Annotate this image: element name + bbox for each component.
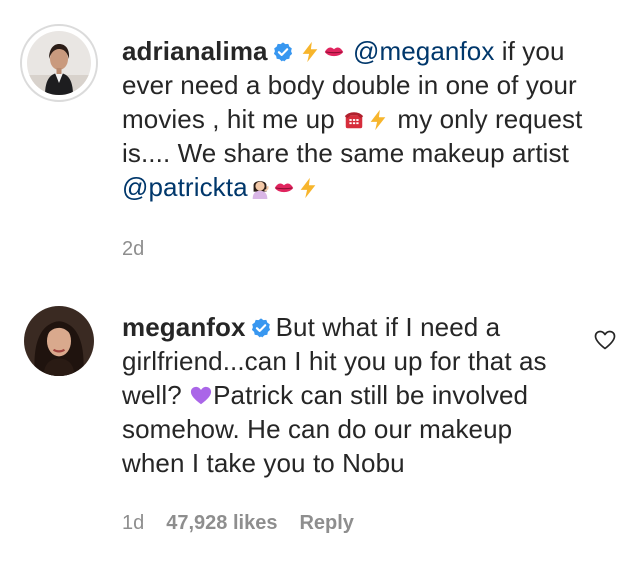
avatar[interactable] bbox=[24, 306, 94, 376]
reply-button[interactable]: Reply bbox=[299, 512, 353, 534]
comment-username[interactable]: adrianalima bbox=[122, 36, 268, 66]
comment-time: 2d bbox=[122, 238, 145, 260]
verified-badge-icon bbox=[273, 42, 292, 62]
verified-badge-icon bbox=[251, 318, 270, 338]
likes-count[interactable]: 47,928 likes bbox=[166, 512, 277, 534]
like-heart-icon[interactable] bbox=[593, 328, 617, 352]
avatar-ring bbox=[20, 24, 98, 102]
avatar-image bbox=[27, 31, 91, 95]
avatar-photo bbox=[24, 306, 94, 376]
lightning-emoji-icon bbox=[370, 109, 386, 131]
mention-link[interactable]: @patrickta bbox=[122, 172, 248, 202]
avatar-image bbox=[24, 306, 94, 376]
kiss-lips-emoji-icon bbox=[324, 47, 343, 57]
comment-time: 1d bbox=[122, 512, 145, 534]
telephone-emoji-icon bbox=[344, 112, 364, 129]
lightning-emoji-icon bbox=[300, 177, 315, 199]
comment-meta: 1d 47,928 likes Reply bbox=[122, 512, 376, 535]
comment-item: meganfox But what if I need a girlfriend… bbox=[0, 290, 635, 570]
mention-link[interactable]: @meganfox bbox=[353, 36, 494, 66]
comment-item: adrianalima @meganfox if you ever need a… bbox=[0, 0, 635, 290]
avatar-photo bbox=[27, 31, 91, 95]
purple-heart-emoji-icon bbox=[190, 386, 212, 405]
comment-body: meganfox But what if I need a girlfriend… bbox=[122, 310, 562, 480]
comment-body: adrianalima @meganfox if you ever need a… bbox=[122, 34, 622, 204]
comment-username[interactable]: meganfox bbox=[122, 312, 246, 342]
avatar[interactable] bbox=[20, 24, 98, 102]
lightning-emoji-icon bbox=[302, 41, 317, 63]
kiss-lips-emoji-icon bbox=[274, 183, 293, 193]
woman-tipping-hand-emoji-icon bbox=[252, 181, 269, 199]
comment-meta: 2d bbox=[122, 238, 166, 261]
